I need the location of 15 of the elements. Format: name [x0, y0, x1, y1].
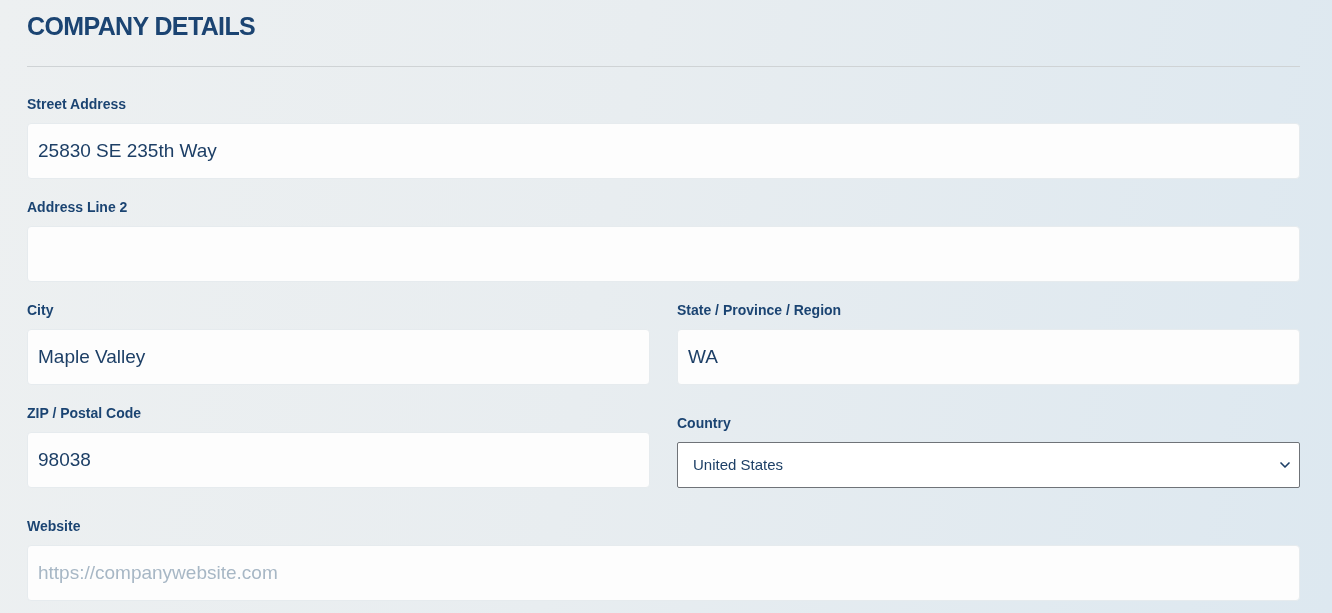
input-field[interactable]	[27, 226, 1300, 282]
field-label: Country	[677, 414, 732, 432]
section-heading: COMPANY DETAILS	[27, 12, 257, 40]
input-field[interactable]: 25830 SE 235th Way	[27, 123, 1300, 179]
field-label: Website	[27, 517, 82, 535]
field-label: City	[27, 301, 55, 319]
field-label: State / Province / Region	[677, 301, 843, 319]
input-field[interactable]: 98038	[27, 432, 650, 488]
dropdown-select[interactable]: United States	[677, 442, 1300, 488]
field-label: Street Address	[27, 95, 128, 113]
input-field[interactable]: Maple Valley	[27, 329, 650, 385]
input-field[interactable]: https://companywebsite.com	[27, 545, 1300, 601]
field-label: Address Line 2	[27, 198, 129, 216]
field-label: ZIP / Postal Code	[27, 404, 143, 422]
input-field[interactable]: WA	[677, 329, 1300, 385]
